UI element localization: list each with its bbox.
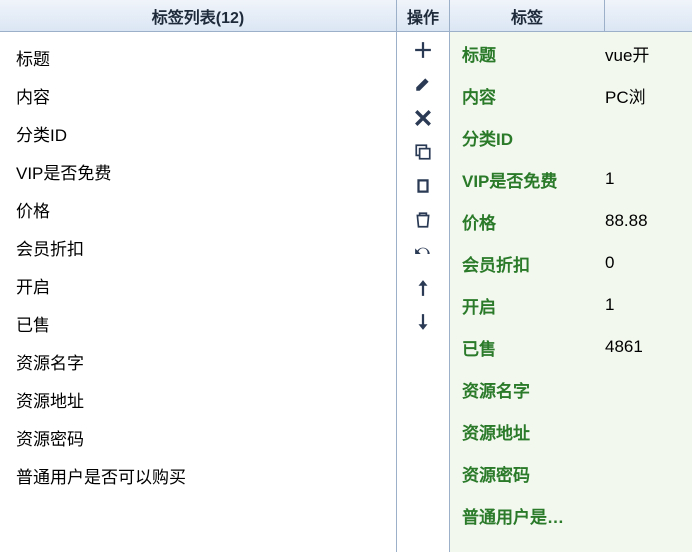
detail-label: 资源名字 bbox=[450, 377, 605, 402]
detail-body: 标题vue开 内容PC浏 分类ID VIP是否免费1 价格88.88 会员折扣0… bbox=[450, 32, 692, 552]
list-item-label: 内容 bbox=[16, 83, 50, 108]
edit-icon[interactable] bbox=[413, 74, 433, 94]
detail-label: 资源地址 bbox=[450, 419, 605, 444]
arrow-down-icon[interactable] bbox=[413, 312, 433, 332]
delete-icon[interactable] bbox=[413, 108, 433, 128]
detail-header-label-text: 标签 bbox=[511, 4, 543, 28]
list-item-label: 会员折扣 bbox=[16, 235, 84, 260]
list-item-label: 价格 bbox=[16, 197, 50, 222]
list-item[interactable]: 资源地址 bbox=[16, 380, 396, 418]
arrow-up-icon[interactable] bbox=[413, 278, 433, 298]
trash-icon[interactable] bbox=[413, 210, 433, 230]
detail-label: 内容 bbox=[450, 83, 605, 108]
detail-label: 普通用户是… bbox=[450, 503, 605, 528]
tag-list-header: 标签列表(12) bbox=[0, 0, 396, 32]
list-item[interactable]: 已售 bbox=[16, 304, 396, 342]
copy-icon[interactable] bbox=[413, 142, 433, 162]
detail-label: 资源密码 bbox=[450, 461, 605, 486]
detail-value: vue开 bbox=[605, 41, 692, 66]
table-row[interactable]: 标题vue开 bbox=[450, 32, 692, 74]
paste-icon[interactable] bbox=[413, 176, 433, 196]
list-item[interactable]: 开启 bbox=[16, 266, 396, 304]
detail-value: 1 bbox=[605, 169, 692, 189]
list-item-label: 资源名字 bbox=[16, 349, 84, 374]
table-row[interactable]: 资源名字 bbox=[450, 368, 692, 410]
table-row[interactable]: 资源地址 bbox=[450, 410, 692, 452]
list-item-label: 标题 bbox=[16, 45, 50, 70]
table-row[interactable]: 分类ID bbox=[450, 116, 692, 158]
table-row[interactable]: 开启1 bbox=[450, 284, 692, 326]
operations-header: 操作 bbox=[397, 0, 449, 32]
table-row[interactable]: 内容PC浏 bbox=[450, 74, 692, 116]
list-item[interactable]: 普通用户是否可以购买 bbox=[16, 456, 396, 494]
list-item-label: 普通用户是否可以购买 bbox=[16, 463, 186, 488]
detail-value: 1 bbox=[605, 295, 692, 315]
list-item-label: 开启 bbox=[16, 273, 50, 298]
detail-label: 已售 bbox=[450, 335, 605, 360]
detail-label: 开启 bbox=[450, 293, 605, 318]
operations-toolbar bbox=[397, 32, 449, 552]
app-root: 标签列表(12) 标题 内容 分类ID VIP是否免费 价格 会员折扣 开启 已… bbox=[0, 0, 692, 552]
detail-value: 0 bbox=[605, 253, 692, 273]
detail-header: 标签 bbox=[450, 0, 692, 32]
detail-value: PC浏 bbox=[605, 83, 692, 108]
operations-title: 操作 bbox=[407, 4, 439, 28]
operations-panel: 操作 bbox=[397, 0, 450, 552]
list-item[interactable]: VIP是否免费 bbox=[16, 152, 396, 190]
detail-label: 价格 bbox=[450, 209, 605, 234]
list-item[interactable]: 资源密码 bbox=[16, 418, 396, 456]
list-item-label: 资源地址 bbox=[16, 387, 84, 412]
detail-panel: 标签 标题vue开 内容PC浏 分类ID VIP是否免费1 价格88.88 会员… bbox=[450, 0, 692, 552]
table-row[interactable]: 资源密码 bbox=[450, 452, 692, 494]
table-row[interactable]: 会员折扣0 bbox=[450, 242, 692, 284]
list-item-label: 已售 bbox=[16, 311, 50, 336]
detail-value: 4861 bbox=[605, 337, 692, 357]
detail-value: 88.88 bbox=[605, 211, 692, 231]
detail-header-value bbox=[605, 0, 692, 31]
table-row[interactable]: 已售4861 bbox=[450, 326, 692, 368]
detail-label: 标题 bbox=[450, 41, 605, 66]
list-item-label: 资源密码 bbox=[16, 425, 84, 450]
detail-label: 分类ID bbox=[450, 125, 605, 150]
tag-list: 标题 内容 分类ID VIP是否免费 价格 会员折扣 开启 已售 资源名字 资源… bbox=[0, 32, 396, 552]
detail-label: 会员折扣 bbox=[450, 251, 605, 276]
list-item[interactable]: 资源名字 bbox=[16, 342, 396, 380]
list-item[interactable]: 会员折扣 bbox=[16, 228, 396, 266]
list-item[interactable]: 价格 bbox=[16, 190, 396, 228]
table-row[interactable]: 价格88.88 bbox=[450, 200, 692, 242]
table-row[interactable]: 普通用户是… bbox=[450, 494, 692, 536]
detail-label: VIP是否免费 bbox=[450, 167, 605, 192]
undo-icon[interactable] bbox=[413, 244, 433, 264]
table-row[interactable]: VIP是否免费1 bbox=[450, 158, 692, 200]
tag-list-title: 标签列表(12) bbox=[152, 4, 244, 28]
list-item-label: 分类ID bbox=[16, 121, 67, 146]
list-item[interactable]: 标题 bbox=[16, 38, 396, 76]
tag-list-panel: 标签列表(12) 标题 内容 分类ID VIP是否免费 价格 会员折扣 开启 已… bbox=[0, 0, 397, 552]
detail-header-label: 标签 bbox=[450, 0, 605, 31]
add-icon[interactable] bbox=[413, 40, 433, 60]
list-item[interactable]: 内容 bbox=[16, 76, 396, 114]
list-item[interactable]: 分类ID bbox=[16, 114, 396, 152]
list-item-label: VIP是否免费 bbox=[16, 159, 111, 184]
